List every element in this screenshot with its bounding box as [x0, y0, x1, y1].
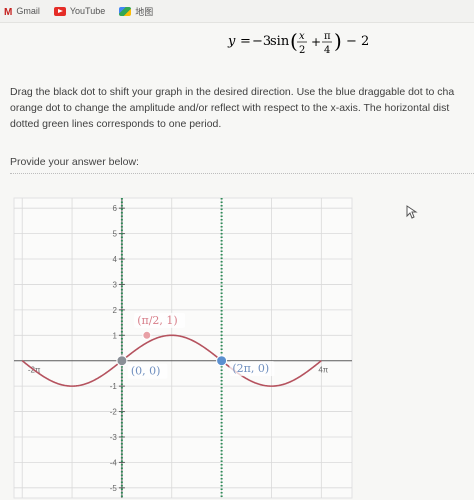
bookmark-gmail[interactable]: M Gmail: [4, 6, 40, 18]
svg-text:(: (: [290, 29, 298, 53]
eq-frac1-den: 2: [299, 45, 305, 56]
answer-prompt: Provide your answer below:: [10, 156, 139, 168]
equation-math: y = −3 sin ( x 2 + π 4 ) − 2: [227, 29, 369, 56]
instruction-line: orange dot to change the amplitude and/o…: [10, 102, 450, 114]
point-label: (2π, 0): [232, 362, 269, 375]
plot-background: [13, 197, 353, 499]
x-tick-label: 4π: [318, 366, 328, 375]
y-tick-label: -1: [110, 382, 118, 391]
eq-lhs: y: [227, 34, 236, 49]
eq-constant: − 2: [346, 34, 369, 49]
y-tick-label: -5: [110, 484, 118, 493]
y-tick-label: 6: [112, 204, 117, 213]
divider: [10, 173, 474, 175]
bookmark-label: Gmail: [16, 6, 40, 16]
y-tick-label: -2: [110, 408, 118, 417]
youtube-icon: [53, 6, 66, 16]
orange-dot[interactable]: [142, 330, 152, 340]
bookmark-maps[interactable]: 地图: [119, 5, 153, 18]
instruction-line: dotted green lines corresponds to one pe…: [10, 118, 222, 130]
svg-text:=: =: [240, 34, 251, 49]
equation: y = −3 sin ( x 2 + π 4 ) − 2: [0, 26, 474, 56]
graph-canvas[interactable]: 654321-1-2-3-4-5-2π 4π(0, 0)(π/2, 1)(2π, …: [0, 190, 474, 500]
y-tick-label: 2: [112, 306, 117, 315]
eq-func: sin: [270, 34, 290, 49]
y-tick-label: -4: [110, 458, 118, 467]
instructions: Drag the black dot to shift your graph i…: [10, 84, 474, 132]
cursor-icon: [406, 205, 418, 219]
black-dot[interactable]: [116, 355, 128, 367]
point-label: (π/2, 1): [137, 314, 178, 327]
bookmark-label: 地图: [135, 6, 154, 17]
eq-frac2-num: π: [324, 31, 331, 42]
point-label: (0, 0): [131, 365, 161, 378]
bookmarks-bar: M Gmail YouTube 地图: [0, 0, 474, 23]
maps-icon: [119, 6, 132, 16]
y-tick-label: -3: [110, 433, 118, 442]
svg-text:): ): [334, 29, 342, 53]
y-tick-label: 4: [112, 255, 117, 264]
eq-frac1-num: x: [299, 31, 305, 42]
y-tick-label: 3: [112, 280, 117, 289]
y-tick-label: 1: [112, 331, 117, 340]
instruction-line: Drag the black dot to shift your graph i…: [10, 86, 455, 98]
gmail-icon: M: [4, 6, 13, 18]
eq-coefficient: −3: [252, 34, 271, 49]
bookmark-label: YouTube: [69, 6, 106, 16]
svg-text:+: +: [311, 35, 321, 49]
blue-dot[interactable]: [216, 355, 228, 367]
bookmark-youtube[interactable]: YouTube: [53, 6, 106, 16]
eq-frac2-den: 4: [324, 45, 330, 56]
y-tick-label: 5: [112, 230, 117, 239]
